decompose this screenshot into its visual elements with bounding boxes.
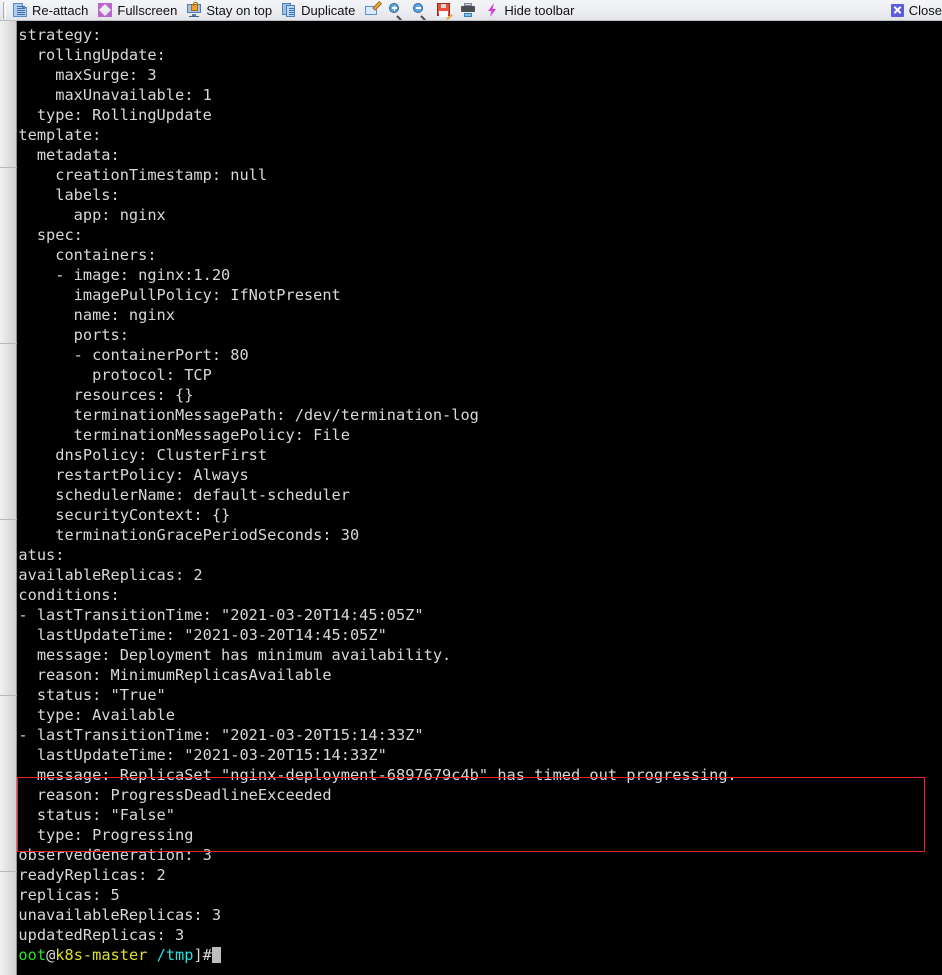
prompt-at: @: [46, 946, 56, 964]
prompt-host: k8s-master: [55, 946, 148, 964]
toolbar-button-close[interactable]: Close: [888, 0, 942, 20]
toolbar-button-re-attach[interactable]: Re-attach: [10, 0, 95, 20]
toolbar-label-duplicate: Duplicate: [301, 2, 356, 18]
prompt-user: root: [18, 946, 47, 964]
terminal-line: restartPolicy: Always: [18, 466, 249, 484]
document-icon: [13, 3, 27, 17]
toolbar-label-stay-on-top: Stay on top: [206, 2, 273, 18]
toolbar-label-close: Close: [908, 2, 942, 18]
terminal-cursor[interactable]: [211, 947, 221, 963]
terminal-line: - containerPort: 80: [18, 346, 249, 364]
terminal-line: updatedReplicas: 3: [18, 926, 185, 944]
terminal-line: maxSurge: 3: [55, 66, 157, 84]
fullscreen-icon: [98, 3, 113, 17]
terminal-line: type: Progressing: [18, 826, 194, 844]
terminal-line: containers:: [55, 246, 157, 264]
duplicate-icon: [282, 3, 296, 17]
terminal-line: conditions:: [18, 586, 120, 604]
terminal-line: unavailableReplicas: 3: [18, 906, 222, 924]
terminal-line: name: nginx: [73, 306, 175, 324]
terminal-screen[interactable]: strategy: rollingUpdate: maxSurge: 3 max…: [18, 21, 942, 975]
toolbar-button-zoom-out[interactable]: [410, 0, 434, 20]
terminal-line: ports:: [73, 326, 129, 344]
terminal-line: status: "True": [36, 686, 166, 704]
terminal-line: observedGeneration: 3: [18, 846, 212, 864]
toolbar-label-hide-toolbar: Hide toolbar: [504, 2, 575, 18]
terminal-scrollbar[interactable]: [0, 21, 17, 975]
terminal-line: - lastTransitionTime: "2021-03-20T15:14:…: [18, 726, 424, 744]
terminal-line: template:: [18, 126, 102, 144]
terminal-line: rollingUpdate:: [36, 46, 166, 64]
terminal-line: dnsPolicy: ClusterFirst: [18, 446, 268, 464]
terminal-line: readyReplicas: 2: [18, 866, 166, 884]
terminal-line: creationTimestamp: null: [18, 166, 268, 184]
toolbar-button-save[interactable]: [434, 0, 458, 20]
toolbar-button-stay-on-top[interactable]: Stay on top: [184, 0, 279, 20]
toolbar-drag-handle[interactable]: [3, 1, 6, 19]
toolbar-button-hide-toolbar[interactable]: Hide toolbar: [482, 0, 581, 20]
edit-icon: [365, 2, 382, 17]
toolbar-button-duplicate[interactable]: Duplicate: [279, 0, 362, 20]
terminal-line: protocol: TCP: [18, 366, 212, 384]
terminal-line: imagePullPolicy: IfNotPresent: [18, 286, 341, 304]
prompt-bracket-close: ]#: [193, 946, 212, 964]
terminal-line: - image: nginx:1.20: [18, 266, 231, 284]
terminal-line: type: RollingUpdate: [18, 106, 212, 124]
toolbar-button-edit[interactable]: [362, 0, 386, 20]
print-icon: [461, 3, 476, 17]
monitor-lock-icon: [187, 2, 202, 17]
terminal-line: strategy:: [18, 26, 102, 44]
toolbar-button-zoom-in[interactable]: [386, 0, 410, 20]
save-icon: [437, 3, 454, 20]
terminal-line: message: Deployment has minimum availabi…: [18, 646, 452, 664]
close-icon: [890, 3, 904, 17]
terminal-line: type: Available: [36, 706, 175, 724]
terminal-line: spec:: [36, 226, 83, 244]
terminal-line: availableReplicas: 2: [18, 566, 203, 584]
terminal-line: status: "False": [36, 806, 175, 824]
terminal-line: labels:: [55, 186, 120, 204]
lightning-icon: [485, 3, 499, 17]
terminal-line: securityContext: {}: [18, 506, 231, 524]
toolbar-label-fullscreen: Fullscreen: [117, 2, 178, 18]
terminal-line: terminationMessagePath: /dev/termination…: [18, 406, 479, 424]
terminal-line: terminationMessagePolicy: File: [18, 426, 350, 444]
zoom-out-icon: [413, 3, 427, 20]
terminal-line: - lastTransitionTime: "2021-03-20T14:45:…: [18, 606, 424, 624]
terminal-line: lastUpdateTime: "2021-03-20T15:14:33Z": [18, 746, 387, 764]
terminal-line: terminationGracePeriodSeconds: 30: [18, 526, 360, 544]
zoom-in-icon: [389, 3, 403, 20]
terminal-prompt-line: [root@k8s-master /tmp]#: [18, 945, 737, 965]
terminal-line: maxUnavailable: 1: [18, 86, 212, 104]
window-toolbar: Re-attach Fullscreen Stay on top Duplica…: [0, 0, 942, 21]
terminal-line: metadata:: [36, 146, 120, 164]
terminal-line: replicas: 5: [18, 886, 120, 904]
terminal-text-buffer: strategy: rollingUpdate: maxSurge: 3 max…: [18, 21, 737, 965]
terminal-line: resources: {}: [18, 386, 194, 404]
toolbar-button-fullscreen[interactable]: Fullscreen: [95, 0, 184, 20]
terminal-line: message: ReplicaSet "nginx-deployment-68…: [18, 766, 737, 784]
terminal-line: reason: MinimumReplicasAvailable: [18, 666, 332, 684]
terminal-line: lastUpdateTime: "2021-03-20T14:45:05Z": [18, 626, 387, 644]
prompt-path: /tmp: [156, 946, 194, 964]
terminal-line: status:: [18, 546, 65, 564]
terminal-line: schedulerName: default-scheduler: [18, 486, 350, 504]
terminal-line: reason: ProgressDeadlineExceeded: [18, 786, 332, 804]
toolbar-button-print[interactable]: [458, 0, 482, 20]
terminal-line: app: nginx: [73, 206, 166, 224]
toolbar-label-re-attach: Re-attach: [32, 2, 89, 18]
